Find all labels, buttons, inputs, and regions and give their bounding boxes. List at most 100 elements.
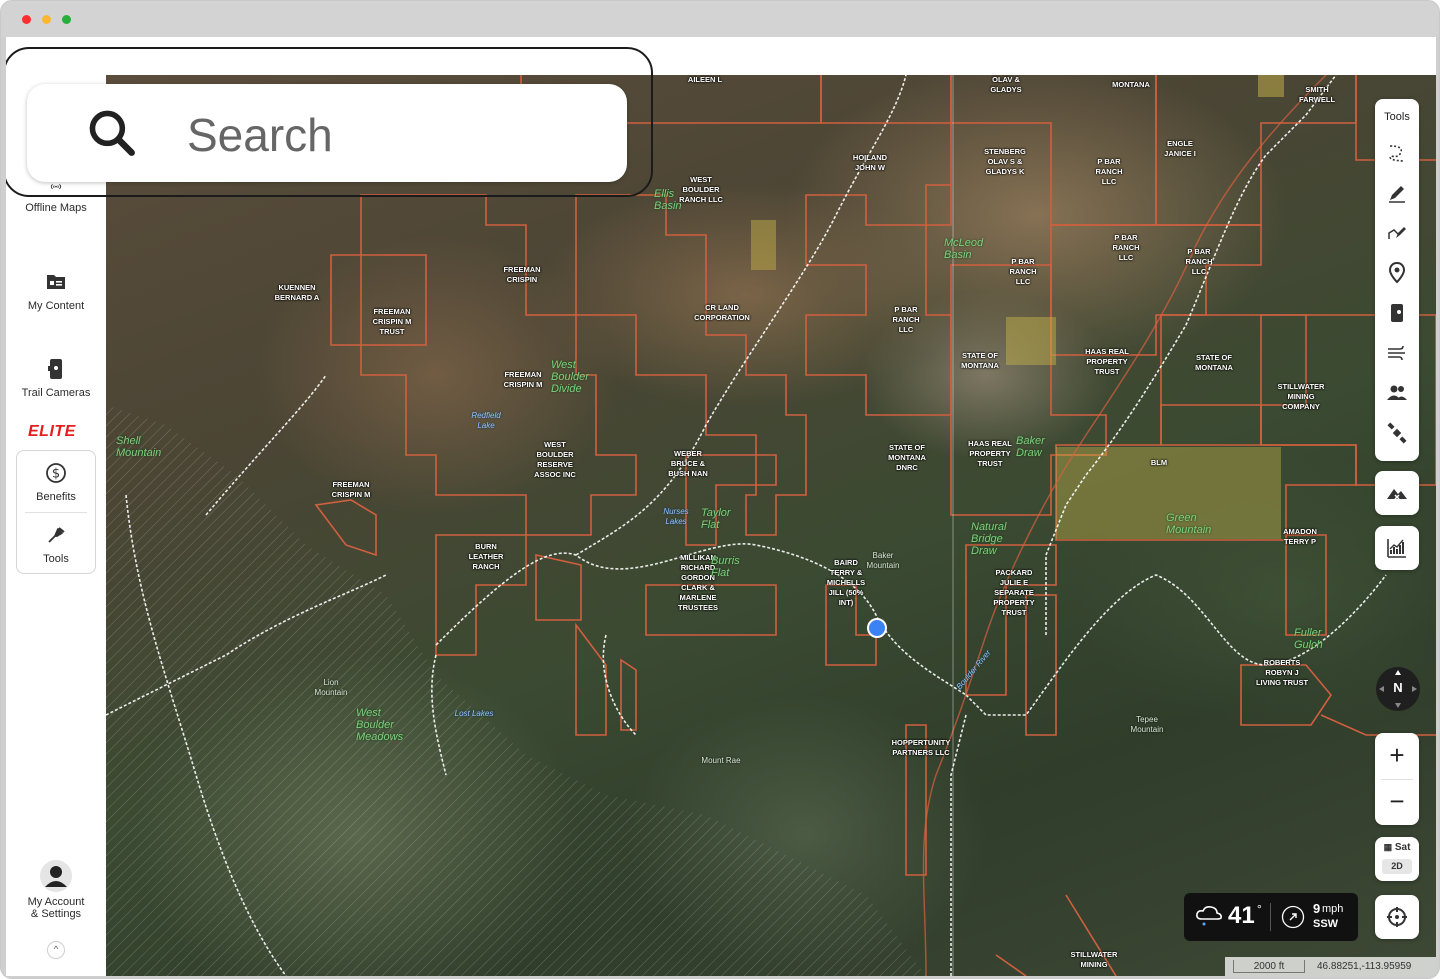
parcel-label[interactable]: STATE OF MONTANA bbox=[1186, 353, 1242, 373]
sidebar-item-benefits[interactable]: $ Benefits bbox=[6, 461, 106, 503]
route-icon[interactable] bbox=[1385, 141, 1409, 165]
parcel-label[interactable]: HOILAND JOHN W bbox=[846, 153, 894, 173]
terrain-3d-button[interactable] bbox=[1375, 471, 1419, 515]
account-label-line1: My Account bbox=[27, 896, 85, 908]
dollar-coin-icon: $ bbox=[46, 463, 66, 483]
place-label: McLeod Basin bbox=[944, 237, 984, 261]
place-label: West Boulder Divide bbox=[551, 359, 589, 395]
lake-label: Redfield Lake bbox=[471, 411, 501, 430]
parcel-label[interactable]: STILLWATER MINING bbox=[1064, 950, 1124, 970]
map-canvas[interactable]: AILEEN L OLAV & GLADYS MONTANA SMITH FAR… bbox=[106, 75, 1436, 976]
parcel-label[interactable]: BLM bbox=[1139, 458, 1179, 468]
place-label: Natural Bridge Draw bbox=[971, 521, 1007, 557]
folder-icon bbox=[47, 275, 65, 289]
public-land-parcel bbox=[751, 220, 776, 270]
place-label: Ellis Basin bbox=[654, 188, 682, 212]
tools-panel-title: Tools bbox=[1384, 111, 1410, 123]
sidebar-item-my-content[interactable]: My Content bbox=[6, 270, 106, 312]
parcel-label[interactable]: SMITH FARWELL bbox=[1291, 85, 1343, 105]
parcel-label[interactable]: HAAS REAL PROPERTY TRUST bbox=[1081, 347, 1133, 377]
wind-direction-icon bbox=[1281, 905, 1305, 929]
sidebar-item-tools[interactable]: Tools bbox=[6, 523, 106, 565]
place-label: Baker Draw bbox=[1016, 435, 1045, 459]
parcel-label[interactable]: HAAS REAL PROPERTY TRUST bbox=[966, 439, 1014, 469]
tools-panel: Tools bbox=[1375, 99, 1419, 461]
pen-icon[interactable] bbox=[1385, 181, 1409, 205]
parcel-label[interactable]: ENGLE JANICE I bbox=[1156, 139, 1204, 159]
zoom-controls: + − bbox=[1375, 733, 1419, 825]
parcel-label[interactable]: FREEMAN CRISPIN M TRUST bbox=[366, 307, 418, 337]
close-window-button[interactable] bbox=[22, 15, 31, 24]
wind-speed-unit: mph bbox=[1322, 903, 1344, 915]
place-label: Taylor Flat bbox=[701, 507, 731, 531]
parcel-label[interactable]: MONTANA bbox=[1101, 80, 1161, 90]
parcel-label[interactable]: AMADON TERRY P bbox=[1276, 527, 1324, 547]
place-label: Shell Mountain bbox=[116, 435, 162, 459]
place-label: Tepee Mountain bbox=[1130, 715, 1164, 734]
layer-type-label: ▦ Sat bbox=[1375, 842, 1419, 853]
waypoint-pin-icon[interactable] bbox=[1385, 261, 1409, 285]
parcel-label[interactable]: P BAR RANCH LLC bbox=[1003, 257, 1043, 287]
parcel-label[interactable]: FREEMAN CRISPIN M bbox=[498, 370, 548, 390]
title-bar bbox=[1, 1, 1439, 37]
parcel-label[interactable]: PACKARD JULIE E SEPARATE PROPERTY TRUST bbox=[986, 568, 1042, 618]
mountain-icon bbox=[1387, 489, 1407, 500]
wind-speed-value: 9 bbox=[1313, 901, 1321, 916]
wilderness-area bbox=[106, 405, 926, 976]
compass-button[interactable]: N bbox=[1376, 667, 1420, 711]
parcel-label[interactable]: P BAR RANCH LLC bbox=[1179, 247, 1219, 277]
maximize-window-button[interactable] bbox=[62, 15, 71, 24]
chevron-up-icon[interactable]: ^ bbox=[47, 941, 65, 959]
parcel-label[interactable]: WEST BOULDER RESERVE ASSOC INC bbox=[531, 440, 579, 480]
sidebar-item-account[interactable]: My Account & Settings bbox=[6, 860, 106, 920]
sidebar-item-label: Trail Cameras bbox=[21, 387, 91, 399]
elite-card: $ Benefits Tools bbox=[16, 450, 96, 574]
parcel-label[interactable]: KUENNEN BERNARD A bbox=[271, 283, 323, 303]
parcel-label[interactable]: HOPPERTUNITY PARTNERS LLC bbox=[889, 738, 953, 758]
compass-north-label: N bbox=[1393, 680, 1403, 695]
search-container: Search bbox=[6, 47, 653, 197]
search-placeholder: Search bbox=[187, 109, 333, 161]
divider bbox=[25, 512, 87, 513]
parcel-label[interactable]: OLAV & GLADYS bbox=[982, 75, 1030, 95]
search-icon bbox=[89, 110, 135, 156]
zoom-out-button[interactable]: − bbox=[1375, 779, 1419, 825]
people-icon[interactable] bbox=[1385, 381, 1409, 405]
sidebar-item-trail-cameras[interactable]: Trail Cameras bbox=[6, 357, 106, 399]
parcel-label[interactable]: FREEMAN CRISPIN M bbox=[326, 480, 376, 500]
recenter-location-button[interactable] bbox=[1375, 895, 1419, 939]
weather-widget[interactable]: 41 ° 9 mph SSW bbox=[1184, 893, 1358, 941]
parcel-label[interactable]: CR LAND CORPORATION bbox=[691, 303, 753, 323]
polygon-draw-icon[interactable] bbox=[1385, 221, 1409, 245]
parcel-label[interactable]: P BAR RANCH LLC bbox=[886, 305, 926, 335]
place-label: West Boulder Meadows bbox=[356, 707, 404, 743]
tools-icon bbox=[48, 527, 65, 543]
layer-satellite-label: Sat bbox=[1394, 842, 1411, 853]
trail-camera-icon[interactable] bbox=[1385, 301, 1409, 325]
parcel-label[interactable]: STATE OF MONTANA DNRC bbox=[881, 443, 933, 473]
divider bbox=[1270, 903, 1271, 931]
parcel-label[interactable]: P BAR RANCH LLC bbox=[1089, 157, 1129, 187]
zoom-in-button[interactable]: + bbox=[1375, 733, 1419, 779]
parcel-label[interactable]: STENBERG OLAV S & GLADYS K bbox=[981, 147, 1029, 177]
elevation-profile-button[interactable] bbox=[1375, 526, 1419, 570]
map-layers-icon: ▦ bbox=[1383, 842, 1393, 852]
parcel-label[interactable]: AILEEN L bbox=[681, 75, 729, 85]
view-mode-badge: 2D bbox=[1382, 859, 1412, 874]
search-input[interactable]: Search bbox=[27, 84, 627, 182]
map-layer-button[interactable]: ▦ Sat 2D bbox=[1375, 837, 1419, 881]
place-label: Fuller Gulch bbox=[1294, 627, 1323, 651]
sidebar-item-label: Offline Maps bbox=[25, 202, 87, 214]
parcel-label[interactable]: ROBERTS ROBYN J LIVING TRUST bbox=[1254, 658, 1310, 688]
minimize-window-button[interactable] bbox=[42, 15, 51, 24]
parcel-label[interactable]: P BAR RANCH LLC bbox=[1106, 233, 1146, 263]
parcel-label[interactable]: WEBER BRUCE & BUSH NAN bbox=[668, 449, 708, 479]
parcel-label[interactable]: BURN LEATHER RANCH bbox=[462, 542, 510, 572]
trail-camera-icon bbox=[48, 359, 62, 379]
parcel-label[interactable]: STILLWATER MINING COMPANY bbox=[1271, 382, 1331, 412]
account-label-line2: & Settings bbox=[30, 908, 82, 920]
parcel-label[interactable]: FREEMAN CRISPIN bbox=[496, 265, 548, 285]
wind-icon[interactable] bbox=[1385, 341, 1409, 365]
parcel-label[interactable]: STATE OF MONTANA bbox=[956, 351, 1004, 371]
satellite-icon[interactable] bbox=[1385, 421, 1409, 445]
